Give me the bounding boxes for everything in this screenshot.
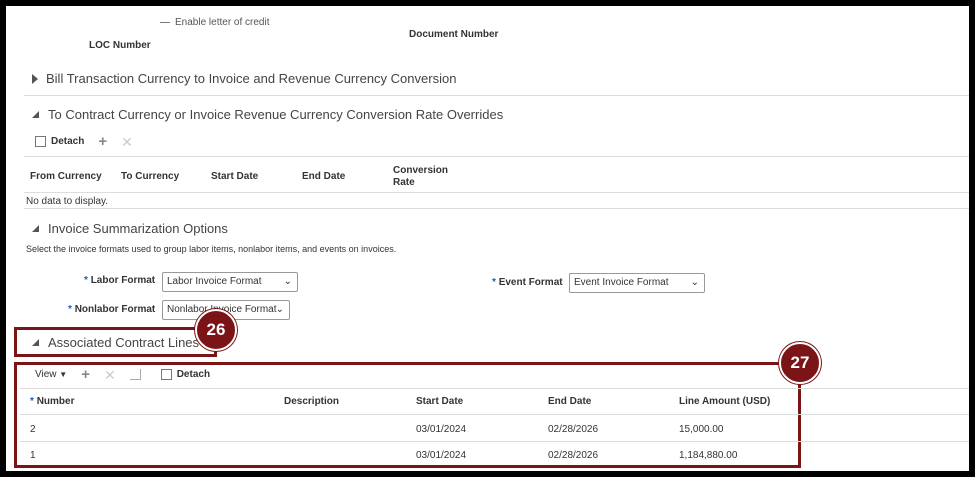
row-2-end-date: 02/28/2026 — [548, 450, 599, 461]
col-start-date[interactable]: Start Date — [416, 396, 463, 407]
checkbox-placeholder[interactable] — [160, 21, 170, 23]
collapse-triangle-icon — [32, 339, 39, 346]
document-number-label: Document Number — [409, 29, 499, 40]
col-number-label: Number — [36, 396, 75, 407]
chevron-down-icon: ⌄ — [275, 304, 284, 315]
divider — [24, 95, 969, 96]
section-rate-overrides-title: To Contract Currency or Invoice Revenue … — [48, 107, 504, 122]
row-1-number[interactable]: 2 — [30, 424, 36, 435]
labor-format-value: Labor Invoice Format — [167, 276, 262, 287]
enable-loc-row: Enable letter of credit — [160, 17, 270, 28]
lines-toolbar: View ▼ + ✕ Detach — [35, 367, 211, 382]
enable-loc-label: Enable letter of credit — [175, 17, 270, 28]
loc-number-label: LOC Number — [89, 40, 151, 51]
caret-down-icon: ▼ — [59, 370, 68, 379]
nonlabor-format-label-row: * Nonlabor Format — [68, 304, 155, 315]
col-conversion-line1: Conversion — [393, 165, 449, 176]
divider — [24, 208, 969, 209]
col-line-amount[interactable]: Line Amount (USD) — [679, 396, 770, 407]
required-marker: * — [84, 275, 88, 286]
section-bill-transaction-title: Bill Transaction Currency to Invoice and… — [46, 71, 457, 86]
event-format-label-row: * Event Format — [492, 277, 563, 288]
row-1-amount: 15,000.00 — [679, 424, 724, 435]
col-description[interactable]: Description — [284, 396, 339, 407]
view-label: View — [35, 369, 57, 380]
invoice-options-description: Select the invoice formats used to group… — [26, 244, 397, 254]
event-format-select[interactable]: Event Invoice Format ⌄ — [569, 273, 705, 293]
divider — [24, 156, 969, 157]
rate-detach-label: Detach — [51, 136, 85, 147]
divider — [24, 192, 969, 193]
no-data-text: No data to display. — [26, 196, 109, 207]
detach-icon — [160, 369, 172, 380]
section-rate-overrides[interactable]: To Contract Currency or Invoice Revenue … — [32, 107, 503, 122]
view-menu[interactable]: View ▼ — [35, 369, 67, 380]
labor-format-select[interactable]: Labor Invoice Format ⌄ — [162, 272, 298, 292]
lines-detach-button[interactable]: Detach — [160, 369, 211, 380]
add-icon[interactable]: + — [98, 134, 107, 149]
col-conversion-rate[interactable]: Conversion Rate — [393, 165, 448, 189]
col-conversion-line2: Rate — [393, 177, 415, 188]
expand-triangle-icon — [32, 73, 38, 84]
event-format-value: Event Invoice Format — [574, 277, 669, 288]
divider — [20, 441, 969, 442]
nonlabor-format-label: Nonlabor Format — [74, 304, 156, 315]
required-marker: * — [30, 396, 34, 407]
section-associated-lines[interactable]: Associated Contract Lines — [32, 335, 199, 350]
callout-26-badge: 26 — [195, 309, 237, 351]
chevron-down-icon: ⌄ — [283, 276, 292, 287]
section-invoice-summarization-title: Invoice Summarization Options — [48, 221, 228, 236]
chevron-down-icon: ⌄ — [690, 277, 699, 288]
section-associated-lines-title: Associated Contract Lines — [48, 335, 200, 350]
add-icon[interactable]: + — [81, 367, 90, 382]
labor-format-label-row: * Labor Format — [84, 275, 155, 286]
detach-icon — [35, 136, 46, 147]
page-frame: Enable letter of credit LOC Number Docum… — [6, 6, 969, 471]
divider — [20, 414, 969, 415]
col-end-date[interactable]: End Date — [302, 171, 345, 182]
delete-icon[interactable]: ✕ — [121, 135, 133, 149]
section-invoice-summarization[interactable]: Invoice Summarization Options — [32, 221, 228, 236]
divider — [20, 388, 969, 389]
row-1-start-date: 03/01/2024 — [416, 424, 467, 435]
labor-format-label: Labor Format — [90, 275, 156, 286]
col-number[interactable]: * Number — [30, 396, 74, 407]
required-marker: * — [68, 304, 72, 315]
rate-toolbar: Detach + ✕ — [35, 134, 133, 149]
col-from-currency[interactable]: From Currency — [30, 171, 102, 182]
freeze-icon[interactable] — [129, 369, 141, 380]
collapse-triangle-icon — [32, 111, 39, 118]
col-start-date[interactable]: Start Date — [211, 171, 258, 182]
col-to-currency[interactable]: To Currency — [121, 171, 179, 182]
col-end-date[interactable]: End Date — [548, 396, 591, 407]
row-2-amount: 1,184,880.00 — [679, 450, 738, 461]
row-1-end-date: 02/28/2026 — [548, 424, 599, 435]
section-bill-transaction[interactable]: Bill Transaction Currency to Invoice and… — [32, 71, 456, 86]
rate-detach-button[interactable]: Detach — [35, 136, 84, 147]
row-2-number[interactable]: 1 — [30, 450, 36, 461]
event-format-label: Event Format — [498, 277, 563, 288]
lines-detach-label: Detach — [176, 369, 211, 380]
required-marker: * — [492, 277, 496, 288]
callout-27-badge: 27 — [779, 342, 821, 384]
delete-icon[interactable]: ✕ — [104, 368, 116, 382]
collapse-triangle-icon — [32, 225, 39, 232]
row-2-start-date: 03/01/2024 — [416, 450, 467, 461]
